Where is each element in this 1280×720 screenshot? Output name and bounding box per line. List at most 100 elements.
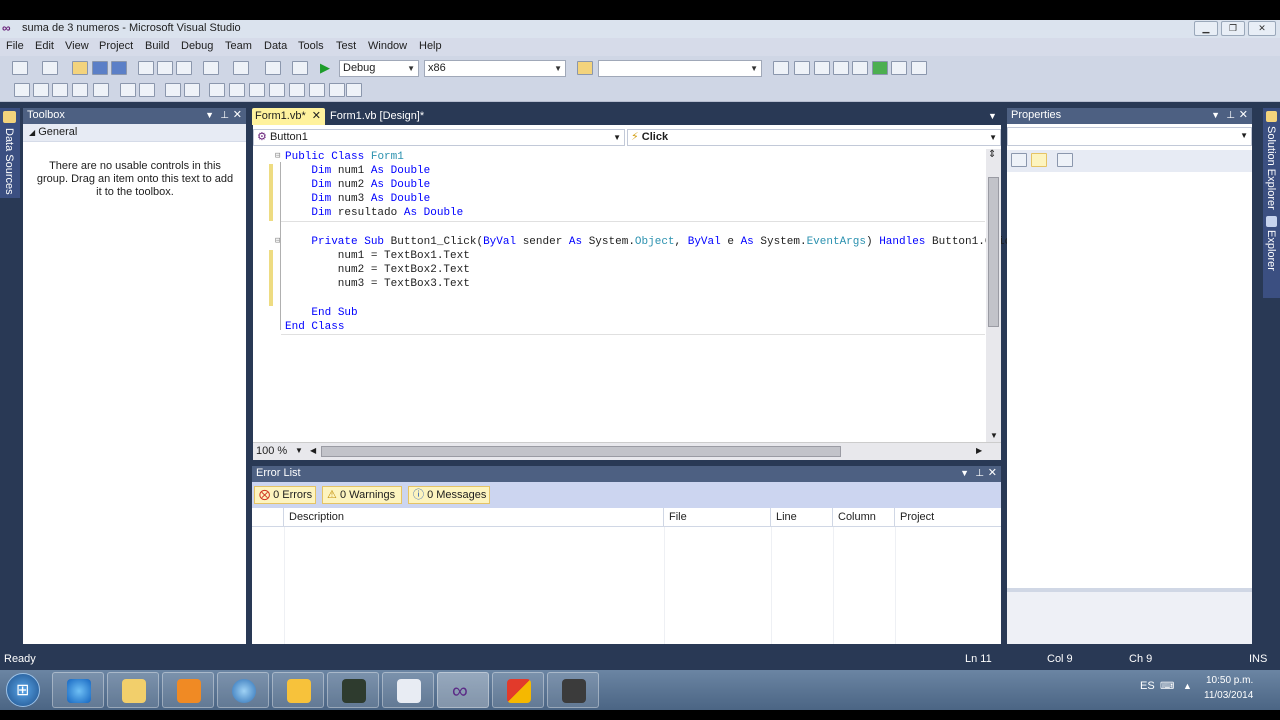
menu-team[interactable]: Team <box>225 40 252 52</box>
menu-project[interactable]: Project <box>99 40 133 52</box>
open-file-icon[interactable] <box>72 61 88 75</box>
zoom-dropdown-icon[interactable]: ▼ <box>295 446 303 455</box>
toolbox-close-icon[interactable]: ✕ <box>233 108 242 123</box>
paste-icon[interactable] <box>176 61 192 75</box>
column-description[interactable]: Description <box>284 508 664 527</box>
solution-platform-select[interactable]: x86 ▼ <box>424 60 566 77</box>
scroll-right-icon[interactable]: ▶ <box>976 446 982 455</box>
previous-bookmark-icon[interactable] <box>229 83 245 97</box>
class-name-dropdown[interactable]: ⚙ Button1 ▼ <box>253 129 625 146</box>
menu-edit[interactable]: Edit <box>35 40 54 52</box>
save-icon[interactable] <box>92 61 108 75</box>
toolbox-icon[interactable] <box>833 61 849 75</box>
start-page-icon[interactable] <box>852 61 868 75</box>
column-icons[interactable] <box>252 508 284 527</box>
menu-window[interactable]: Window <box>368 40 407 52</box>
tab-form1-design[interactable]: Form1.vb [Design]* <box>330 108 450 125</box>
solution-explorer-icon[interactable] <box>773 61 789 75</box>
uncomment-icon[interactable] <box>184 83 200 97</box>
menu-help[interactable]: Help <box>419 40 442 52</box>
toolbox-tool-icon-1[interactable] <box>14 83 30 97</box>
next-bookmark-folder-icon[interactable] <box>289 83 305 97</box>
close-window-button[interactable]: ✕ <box>1248 21 1276 36</box>
properties-close-icon[interactable]: ✕ <box>1239 108 1248 123</box>
error-list-dropdown-icon[interactable]: ▼ <box>960 466 969 481</box>
find-combo[interactable]: ▼ <box>598 60 762 77</box>
alphabetical-icon[interactable] <box>1031 153 1047 167</box>
minimize-button[interactable]: ▁ <box>1194 21 1218 36</box>
menu-data[interactable]: Data <box>264 40 287 52</box>
menu-build[interactable]: Build <box>145 40 169 52</box>
next-bookmark-icon[interactable] <box>249 83 265 97</box>
scroll-down-icon[interactable]: ▼ <box>990 431 998 440</box>
column-column[interactable]: Column <box>833 508 895 527</box>
restore-button[interactable]: ❐ <box>1221 21 1245 36</box>
taskbar-office[interactable] <box>492 672 544 708</box>
toolbox-tool-icon-5[interactable] <box>93 83 109 97</box>
horizontal-scroll-thumb[interactable] <box>321 446 841 457</box>
extension-manager-icon[interactable] <box>872 61 888 75</box>
vertical-scroll-thumb[interactable] <box>988 177 999 327</box>
menu-test[interactable]: Test <box>336 40 356 52</box>
cut-icon[interactable] <box>138 61 154 75</box>
scroll-left-icon[interactable]: ◀ <box>310 446 316 455</box>
taskbar-internet-explorer[interactable] <box>52 672 104 708</box>
navigate-backward-icon[interactable] <box>265 61 281 75</box>
add-item-icon[interactable] <box>42 61 58 75</box>
clock-date[interactable]: 11/03/2014 <box>1204 690 1253 701</box>
clear-bookmarks-icon[interactable] <box>309 83 325 97</box>
properties-pin-icon[interactable]: ⊥ <box>1226 108 1235 123</box>
property-pages-icon[interactable] <box>1057 153 1073 167</box>
messages-filter-button[interactable]: ⓘ 0 Messages <box>408 486 490 504</box>
taskbar-file-explorer[interactable] <box>107 672 159 708</box>
solution-explorer-tab[interactable]: Solution Explorer <box>1265 126 1277 210</box>
column-file[interactable]: File <box>664 508 771 527</box>
toolbar-options-icon[interactable] <box>346 83 362 97</box>
prev-bookmark-folder-icon[interactable] <box>269 83 285 97</box>
outline-collapse-icon[interactable]: ⊟ <box>275 151 280 161</box>
navigate-forward-icon[interactable] <box>292 61 308 75</box>
object-browser-icon[interactable] <box>814 61 830 75</box>
properties-dropdown-icon[interactable]: ▼ <box>1211 108 1220 123</box>
undo-icon[interactable] <box>203 61 219 75</box>
start-button[interactable]: ⊞ <box>6 673 40 707</box>
taskbar-network-app[interactable] <box>217 672 269 708</box>
find-in-files-icon[interactable] <box>577 61 593 75</box>
redo-icon[interactable] <box>233 61 249 75</box>
vertical-scrollbar[interactable]: ⇕ ▼ <box>986 149 1001 442</box>
toolbox-group-general[interactable]: ◢ General <box>23 124 246 142</box>
menu-file[interactable]: File <box>6 40 24 52</box>
save-all-icon[interactable] <box>111 61 127 75</box>
clock-time[interactable]: 10:50 p.m. <box>1206 675 1253 686</box>
tab-dropdown-icon[interactable]: ▼ <box>988 111 997 121</box>
tab-form1-vb[interactable]: Form1.vb* ✕ <box>252 108 325 125</box>
team-explorer-tab[interactable]: Team Explorer <box>1265 230 1280 298</box>
errors-filter-button[interactable]: ⨂ 0 Errors <box>254 486 316 504</box>
menu-tools[interactable]: Tools <box>298 40 324 52</box>
data-sources-tab[interactable]: Data Sources <box>0 108 20 198</box>
zoom-level[interactable]: 100 % <box>256 445 287 457</box>
toolbox-tool-icon-3[interactable] <box>52 83 68 97</box>
comment-out-icon[interactable] <box>165 83 181 97</box>
error-list-close-icon[interactable]: ✕ <box>988 466 997 481</box>
toolbox-dropdown-icon[interactable]: ▼ <box>205 108 214 123</box>
taskbar-recorder[interactable] <box>547 672 599 708</box>
taskbar-visual-studio[interactable]: ∞ <box>437 672 489 708</box>
toolbox-pin-icon[interactable]: ⊥ <box>220 108 229 123</box>
bookmark-window-icon[interactable] <box>329 83 345 97</box>
bookmark-icon[interactable] <box>209 83 225 97</box>
taskbar-media-player[interactable] <box>162 672 214 708</box>
split-icon[interactable]: ⇕ <box>988 149 996 160</box>
tab-close-icon[interactable]: ✕ <box>312 108 321 125</box>
copy-icon[interactable] <box>157 61 173 75</box>
taskbar-terminal[interactable] <box>327 672 379 708</box>
language-indicator[interactable]: ES <box>1140 680 1155 692</box>
toolbox-tool-icon-2[interactable] <box>33 83 49 97</box>
options-icon[interactable] <box>911 61 927 75</box>
method-name-dropdown[interactable]: ⚡ Click ▼ <box>627 129 1001 146</box>
decrease-indent-icon[interactable] <box>120 83 136 97</box>
increase-indent-icon[interactable] <box>139 83 155 97</box>
new-project-icon[interactable] <box>12 61 28 75</box>
solution-configuration-select[interactable]: Debug ▼ <box>339 60 419 77</box>
taskbar-document[interactable] <box>382 672 434 708</box>
